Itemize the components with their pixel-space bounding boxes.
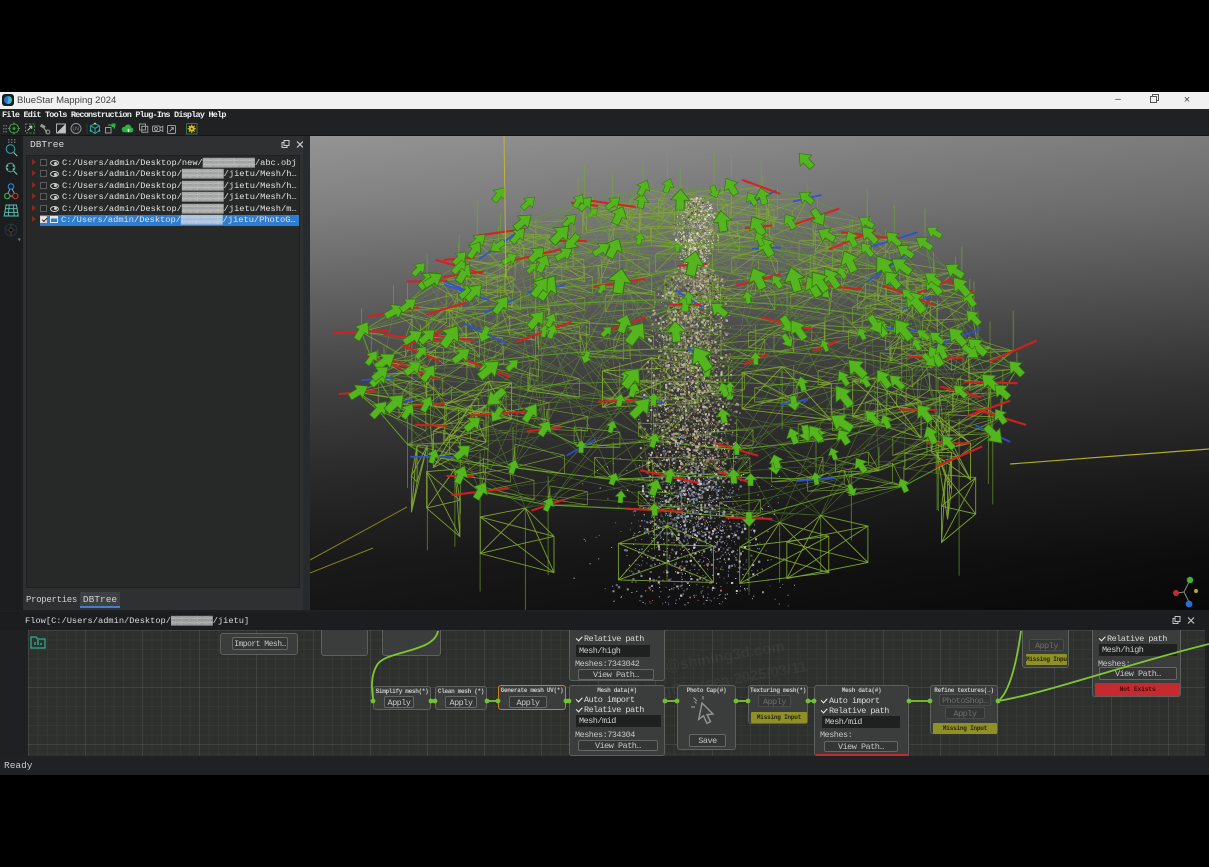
svg-text:UV: UV xyxy=(73,126,81,132)
